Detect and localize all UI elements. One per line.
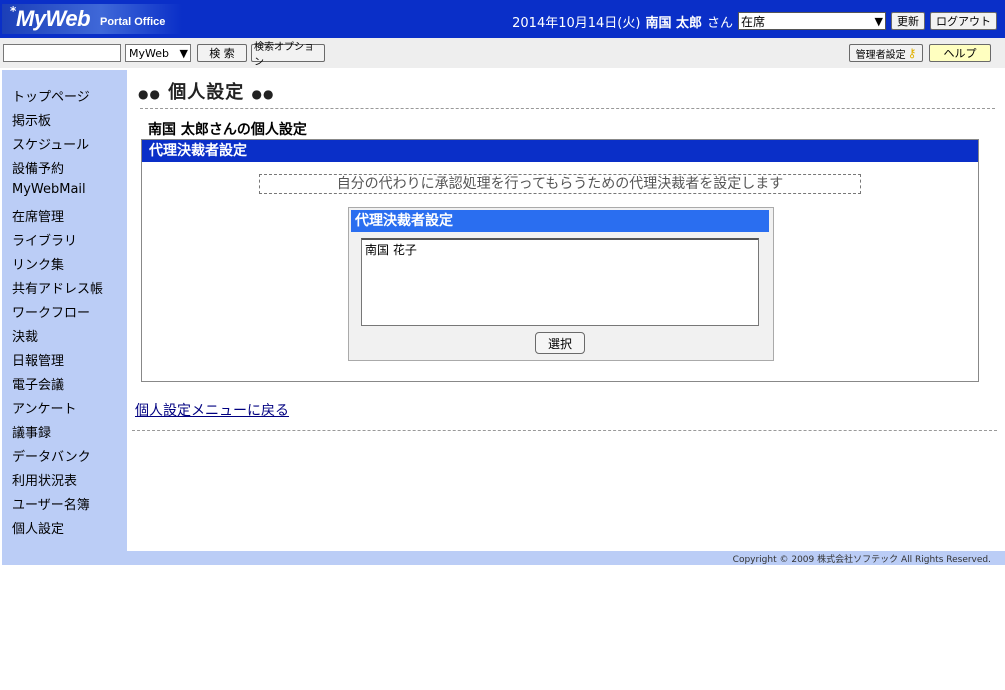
search-scope-select[interactable]: MyWeb ▼ <box>125 44 191 62</box>
sidebar-item-attendance[interactable]: 在席管理 <box>12 206 64 225</box>
sidebar: トップページ 掲示板 スケジュール 設備予約 MyWebMail 在席管理 ライ… <box>2 70 127 551</box>
main-content: ●● 個人設定 ●● 南国 太郎さんの個人設定 代理決裁者設定 自分の代わりに承… <box>128 70 1005 551</box>
delegate-selection-box: 代理決裁者設定 南国 花子 選択 <box>348 207 774 361</box>
panel-header: 代理決裁者設定 <box>142 140 978 162</box>
help-button[interactable]: ヘルプ <box>929 44 991 62</box>
status-select[interactable]: 在席 ▼ <box>738 12 886 30</box>
divider-bottom <box>132 430 997 431</box>
sidebar-item-personal-settings[interactable]: 個人設定 <box>12 518 64 537</box>
current-date: 2014年10月14日(火) <box>512 15 641 31</box>
delegate-settings-panel: 代理決裁者設定 自分の代わりに承認処理を行ってもらうための代理決裁者を設定します… <box>141 139 979 382</box>
search-bar: MyWeb ▼ 検 索 検索オプション 管理者設定 ⚷ ヘルプ <box>0 38 1005 68</box>
chevron-down-icon: ▼ <box>179 46 188 60</box>
admin-settings-label: 管理者設定 <box>855 49 906 61</box>
select-button[interactable]: 選択 <box>535 332 585 354</box>
panel-description: 自分の代わりに承認処理を行ってもらうための代理決裁者を設定します <box>259 174 861 194</box>
chevron-down-icon: ▼ <box>874 14 883 28</box>
sidebar-item-survey[interactable]: アンケート <box>12 398 76 417</box>
settings-subtitle: 南国 太郎さんの個人設定 <box>148 122 307 138</box>
list-item[interactable]: 南国 花子 <box>365 241 417 258</box>
sidebar-item-daily-report[interactable]: 日報管理 <box>12 350 64 369</box>
user-name: 南国 太郎 <box>645 15 702 31</box>
admin-settings-button[interactable]: 管理者設定 ⚷ <box>849 44 923 62</box>
delegate-box-header: 代理決裁者設定 <box>351 210 769 232</box>
sidebar-item-approval[interactable]: 決裁 <box>12 326 38 345</box>
sidebar-item-mywebmail[interactable]: MyWebMail <box>12 182 86 197</box>
sidebar-item-user-directory[interactable]: ユーザー名簿 <box>12 494 90 513</box>
sidebar-item-e-conference[interactable]: 電子会議 <box>12 374 64 393</box>
sidebar-item-top-page[interactable]: トップページ <box>12 86 90 105</box>
sidebar-item-library[interactable]: ライブラリ <box>12 230 77 249</box>
search-options-button[interactable]: 検索オプション <box>251 42 325 68</box>
sidebar-item-usage-status[interactable]: 利用状況表 <box>12 470 77 489</box>
header-right: 2014年10月14日(火) 南国 太郎 さん 在席 ▼ 更新 ログアウト <box>512 11 997 31</box>
page-title-text: 個人設定 <box>168 82 245 103</box>
user-suffix: さん <box>706 15 733 31</box>
sidebar-item-bulletin-board[interactable]: 掲示板 <box>12 110 51 129</box>
key-icon: ⚷ <box>907 46 917 60</box>
sidebar-item-shared-address-book[interactable]: 共有アドレス帳 <box>12 278 103 297</box>
sidebar-item-schedule[interactable]: スケジュール <box>12 134 89 153</box>
search-scope-value: MyWeb <box>129 46 169 60</box>
title-dots-right: ●● <box>251 87 275 101</box>
sidebar-item-data-bank[interactable]: データバンク <box>12 446 91 465</box>
page-title: ●● 個人設定 ●● <box>138 78 274 104</box>
sidebar-item-minutes[interactable]: 議事録 <box>12 422 51 441</box>
sidebar-item-workflow[interactable]: ワークフロー <box>12 302 90 321</box>
refresh-button[interactable]: 更新 <box>891 12 925 30</box>
logo-sub-text: Portal Office <box>100 16 166 28</box>
logo-main-text: MyWeb <box>16 6 91 31</box>
logout-button[interactable]: ログアウト <box>930 12 997 30</box>
delegate-list[interactable]: 南国 花子 <box>361 238 759 326</box>
sidebar-item-facility-booking[interactable]: 設備予約 <box>12 158 64 177</box>
myweb-logo[interactable]: * MyWeb Portal Office <box>2 4 182 34</box>
top-bar: * MyWeb Portal Office 2014年10月14日(火) 南国 … <box>0 0 1005 38</box>
divider-top <box>140 108 995 109</box>
sidebar-item-links[interactable]: リンク集 <box>12 254 64 273</box>
back-to-personal-settings-link[interactable]: 個人設定メニューに戻る <box>135 400 289 420</box>
status-value: 在席 <box>741 14 766 29</box>
search-input[interactable] <box>3 44 121 62</box>
title-dots-left: ●● <box>138 87 161 101</box>
footer: Copyright © 2009 株式会社ソフテック All Rights Re… <box>2 551 1005 565</box>
search-button[interactable]: 検 索 <box>197 44 247 62</box>
copyright-text: Copyright © 2009 株式会社ソフテック All Rights Re… <box>732 555 991 565</box>
